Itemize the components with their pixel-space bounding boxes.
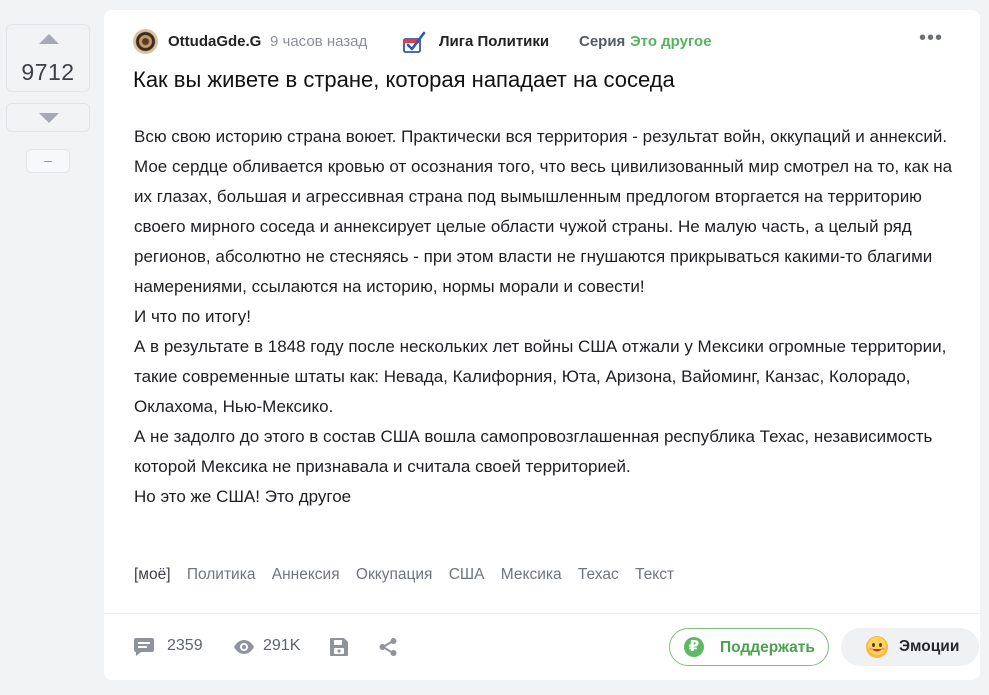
- post-header: OttudaGde.G 9 часов назад Лига Политики …: [133, 28, 960, 55]
- hide-post-button[interactable]: –: [26, 149, 70, 173]
- post-time[interactable]: 9 часов назад: [270, 33, 367, 50]
- tag-mine[interactable]: [моё]: [134, 566, 171, 583]
- eye-icon: [234, 640, 254, 654]
- author-avatar[interactable]: [133, 29, 158, 54]
- tag[interactable]: Мексика: [501, 566, 562, 583]
- tag[interactable]: Техас: [578, 566, 619, 583]
- post-title[interactable]: Как вы живете в стране, которая нападает…: [133, 67, 953, 93]
- vote-column: 9712 –: [6, 24, 90, 173]
- downvote-button[interactable]: [6, 103, 90, 132]
- share-icon[interactable]: [378, 637, 398, 657]
- author-name[interactable]: OttudaGde.G: [168, 33, 261, 50]
- paragraph: Но это же США! Это другое: [134, 487, 352, 506]
- community-name[interactable]: Лига Политики: [439, 33, 549, 50]
- series-label: Серия: [579, 33, 626, 50]
- more-options-icon[interactable]: •••: [918, 28, 944, 51]
- paragraph: Мое сердце обливается кровью от осознани…: [134, 157, 953, 296]
- tag-list: [моё] Политика Аннексия Оккупация США Ме…: [134, 566, 686, 584]
- series-link[interactable]: Это другое: [630, 33, 712, 50]
- comment-count[interactable]: 2359: [167, 637, 203, 655]
- ruble-icon: ₽: [684, 637, 704, 657]
- downvote-icon: [39, 113, 59, 123]
- emotions-button[interactable]: Эмоции: [841, 628, 979, 666]
- post-card: OttudaGde.G 9 часов назад Лига Политики …: [104, 10, 980, 680]
- paragraph: И что по итогу!: [134, 307, 251, 326]
- emotions-label: Эмоции: [899, 638, 960, 655]
- paragraph: А не задолго до этого в состав США вошла…: [134, 427, 933, 476]
- ballot-check-icon[interactable]: [402, 30, 426, 54]
- footer-divider: [104, 613, 980, 614]
- vote-score: 9712: [21, 59, 75, 85]
- tag[interactable]: Текст: [635, 566, 674, 583]
- support-button[interactable]: ₽ Поддержать: [669, 628, 829, 666]
- support-label: Поддержать: [720, 639, 815, 656]
- save-icon[interactable]: [329, 637, 349, 657]
- upvote-icon[interactable]: [39, 34, 59, 44]
- smiley-icon: [866, 636, 888, 658]
- tag[interactable]: Политика: [187, 566, 256, 583]
- view-count: 291K: [263, 637, 301, 654]
- post-body: Всю свою историю страна воюет. Практичес…: [134, 122, 954, 512]
- comment-icon[interactable]: [133, 637, 155, 657]
- tag[interactable]: Аннексия: [272, 566, 340, 583]
- vote-box: 9712: [6, 24, 90, 92]
- post-footer: 2359 291K ₽ Поддержать Эмоции: [133, 628, 980, 668]
- tag[interactable]: США: [449, 566, 485, 583]
- tag[interactable]: Оккупация: [356, 566, 433, 583]
- paragraph: А в результате в 1848 году после несколь…: [134, 337, 947, 416]
- paragraph: Всю свою историю страна воюет. Практичес…: [134, 127, 948, 146]
